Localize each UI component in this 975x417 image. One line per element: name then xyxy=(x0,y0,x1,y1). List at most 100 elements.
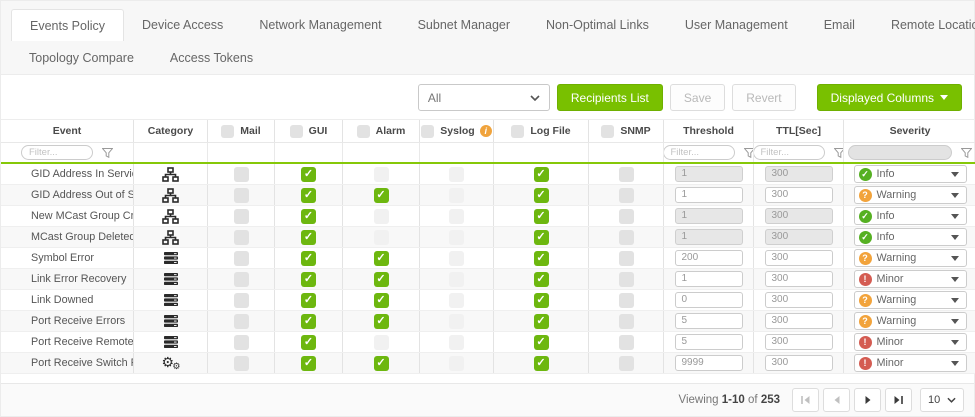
info-icon[interactable]: i xyxy=(480,125,492,137)
tab-events-policy[interactable]: Events Policy xyxy=(11,9,124,41)
gui-checkbox[interactable]: ✓ xyxy=(301,167,316,182)
syslog-checkbox[interactable] xyxy=(449,356,464,371)
tab-topology-compare[interactable]: Topology Compare xyxy=(11,42,152,74)
tab-access-tokens[interactable]: Access Tokens xyxy=(152,42,271,74)
log-file-checkbox[interactable]: ✓ xyxy=(534,209,549,224)
syslog-checkbox[interactable] xyxy=(449,230,464,245)
syslog-checkbox[interactable] xyxy=(449,188,464,203)
threshold-input[interactable]: 200 xyxy=(675,250,743,266)
log-file-checkbox[interactable]: ✓ xyxy=(534,314,549,329)
severity-select[interactable]: ?Warning xyxy=(854,186,967,204)
threshold-input: 1 xyxy=(675,229,743,245)
alarm-checkbox[interactable] xyxy=(374,167,389,182)
next-page-button[interactable] xyxy=(854,388,881,412)
mail-select-all-checkbox[interactable] xyxy=(221,125,234,138)
tab-remote-location[interactable]: Remote Location xyxy=(873,9,975,41)
last-page-button[interactable] xyxy=(885,388,912,412)
ttl-input[interactable]: 300 xyxy=(765,313,833,329)
log-file-checkbox[interactable]: ✓ xyxy=(534,335,549,350)
tab-non-optimal-links[interactable]: Non-Optimal Links xyxy=(528,9,667,41)
severity-label: Info xyxy=(877,168,951,180)
tab-network-management[interactable]: Network Management xyxy=(241,9,399,41)
displayed-columns-button[interactable]: Displayed Columns xyxy=(817,84,962,111)
threshold-input[interactable]: 5 xyxy=(675,313,743,329)
threshold-filter-input[interactable] xyxy=(663,145,735,160)
syslog-checkbox[interactable] xyxy=(449,209,464,224)
severity-select[interactable]: ?Warning xyxy=(854,291,967,309)
tab-email[interactable]: Email xyxy=(806,9,873,41)
tab-subnet-manager[interactable]: Subnet Manager xyxy=(400,9,528,41)
category-cell xyxy=(133,332,207,352)
funnel-filter-icon[interactable] xyxy=(961,148,972,158)
recipients-list-button[interactable]: Recipients List xyxy=(557,84,663,111)
category-cell: ⚙⚙ xyxy=(133,353,207,373)
syslog-select-all-checkbox[interactable] xyxy=(421,125,434,138)
ttl-input[interactable]: 300 xyxy=(765,355,833,371)
log-file-checkbox[interactable]: ✓ xyxy=(534,293,549,308)
gui-checkbox[interactable]: ✓ xyxy=(301,272,316,287)
alarm-checkbox[interactable]: ✓ xyxy=(374,188,389,203)
funnel-filter-icon[interactable] xyxy=(744,148,754,158)
gui-select-all-checkbox[interactable] xyxy=(290,125,303,138)
snmp-select-all-checkbox[interactable] xyxy=(601,125,614,138)
tab-device-access[interactable]: Device Access xyxy=(124,9,241,41)
syslog-checkbox[interactable] xyxy=(449,272,464,287)
alarm-select-all-checkbox[interactable] xyxy=(357,125,370,138)
syslog-checkbox[interactable] xyxy=(449,251,464,266)
alarm-checkbox[interactable] xyxy=(374,230,389,245)
alarm-checkbox[interactable]: ✓ xyxy=(374,356,389,371)
threshold-input[interactable]: 9999 xyxy=(675,355,743,371)
syslog-checkbox[interactable] xyxy=(449,167,464,182)
alarm-checkbox[interactable]: ✓ xyxy=(374,251,389,266)
threshold-input[interactable]: 1 xyxy=(675,187,743,203)
log-file-checkbox[interactable]: ✓ xyxy=(534,230,549,245)
severity-select[interactable]: !Minor xyxy=(854,354,967,372)
alarm-checkbox[interactable] xyxy=(374,209,389,224)
ttl-sec-filter-input[interactable] xyxy=(753,145,825,160)
syslog-checkbox[interactable] xyxy=(449,335,464,350)
log-file-checkbox[interactable]: ✓ xyxy=(534,251,549,266)
syslog-checkbox[interactable] xyxy=(449,314,464,329)
threshold-input[interactable]: 5 xyxy=(675,334,743,350)
ttl-input[interactable]: 300 xyxy=(765,250,833,266)
log-file-checkbox[interactable]: ✓ xyxy=(534,272,549,287)
ttl-input[interactable]: 300 xyxy=(765,334,833,350)
log-file-checkbox[interactable]: ✓ xyxy=(534,356,549,371)
gui-checkbox[interactable]: ✓ xyxy=(301,251,316,266)
gui-checkbox[interactable]: ✓ xyxy=(301,230,316,245)
gui-checkbox[interactable]: ✓ xyxy=(301,293,316,308)
alarm-checkbox[interactable] xyxy=(374,335,389,350)
severity-select[interactable]: !Minor xyxy=(854,270,967,288)
severity-select[interactable]: ✓Info xyxy=(854,165,967,183)
page-size-select[interactable]: 10 xyxy=(920,388,964,412)
log-file-select-all-checkbox[interactable] xyxy=(511,125,524,138)
event-filter-select[interactable]: All xyxy=(418,84,550,111)
ttl-input[interactable]: 300 xyxy=(765,292,833,308)
severity-select[interactable]: ✓Info xyxy=(854,228,967,246)
log-file-checkbox[interactable]: ✓ xyxy=(534,167,549,182)
alarm-checkbox[interactable]: ✓ xyxy=(374,293,389,308)
severity-select[interactable]: ?Warning xyxy=(854,312,967,330)
funnel-filter-icon[interactable] xyxy=(102,148,113,158)
gui-checkbox[interactable]: ✓ xyxy=(301,356,316,371)
gui-checkbox[interactable]: ✓ xyxy=(301,188,316,203)
alarm-checkbox[interactable]: ✓ xyxy=(374,272,389,287)
threshold-input[interactable]: 0 xyxy=(675,292,743,308)
funnel-filter-icon[interactable] xyxy=(834,148,844,158)
gui-checkbox[interactable]: ✓ xyxy=(301,335,316,350)
syslog-checkbox[interactable] xyxy=(449,293,464,308)
event-filter-input[interactable] xyxy=(21,145,93,160)
threshold-input[interactable]: 1 xyxy=(675,271,743,287)
ttl-cell: 300 xyxy=(753,227,843,247)
severity-select[interactable]: ?Warning xyxy=(854,249,967,267)
tab-user-management[interactable]: User Management xyxy=(667,9,806,41)
severity-select[interactable]: ✓Info xyxy=(854,207,967,225)
severity-select[interactable]: !Minor xyxy=(854,333,967,351)
gui-checkbox[interactable]: ✓ xyxy=(301,209,316,224)
gui-checkbox[interactable]: ✓ xyxy=(301,314,316,329)
alarm-checkbox[interactable]: ✓ xyxy=(374,314,389,329)
ttl-input[interactable]: 300 xyxy=(765,187,833,203)
snmp-cell xyxy=(588,353,663,373)
log-file-checkbox[interactable]: ✓ xyxy=(534,188,549,203)
ttl-input[interactable]: 300 xyxy=(765,271,833,287)
